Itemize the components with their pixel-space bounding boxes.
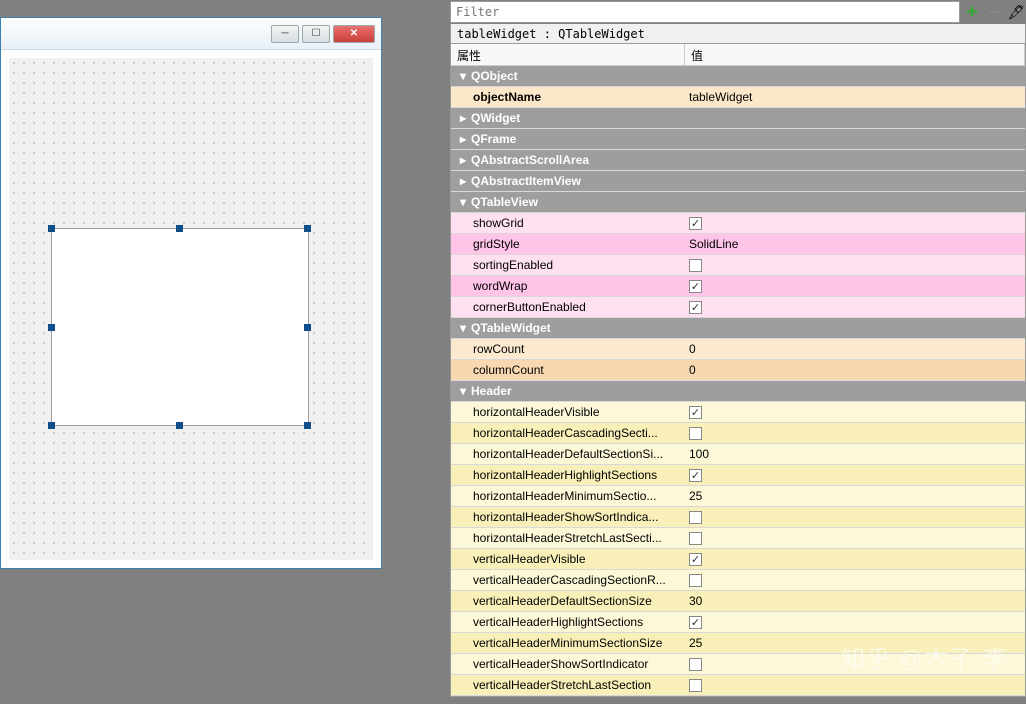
group-qabstractscrollarea[interactable]: ▸QAbstractScrollArea	[451, 150, 1025, 171]
checkbox-icon[interactable]	[689, 532, 702, 545]
prop-objectname[interactable]: objectNametableWidget	[451, 87, 1025, 108]
resize-handle-se[interactable]	[304, 422, 311, 429]
chevron-down-icon: ▾	[457, 321, 469, 335]
checkbox-icon[interactable]: ✓	[689, 217, 702, 230]
prop-sortingenabled[interactable]: sortingEnabled	[451, 255, 1025, 276]
property-table: 属性 值 ▾QObject objectNametableWidget ▸QWi…	[450, 44, 1026, 697]
chevron-down-icon: ▾	[457, 69, 469, 83]
prop-hhmss[interactable]: horizontalHeaderMinimumSectio...25	[451, 486, 1025, 507]
prop-hhcsr[interactable]: horizontalHeaderCascadingSecti...	[451, 423, 1025, 444]
filter-row: + − 🖋	[450, 0, 1026, 24]
prop-columncount[interactable]: columnCount0	[451, 360, 1025, 381]
checkbox-icon[interactable]	[689, 574, 702, 587]
chevron-right-icon: ▸	[457, 153, 469, 167]
prop-hhdss[interactable]: horizontalHeaderDefaultSectionSi...100	[451, 444, 1025, 465]
group-qwidget[interactable]: ▸QWidget	[451, 108, 1025, 129]
prop-wordwrap[interactable]: wordWrap✓	[451, 276, 1025, 297]
group-qframe[interactable]: ▸QFrame	[451, 129, 1025, 150]
chevron-right-icon: ▸	[457, 132, 469, 146]
prop-hhsls[interactable]: horizontalHeaderStretchLastSecti...	[451, 528, 1025, 549]
prop-gridstyle[interactable]: gridStyleSolidLine	[451, 234, 1025, 255]
group-qabstractitemview[interactable]: ▸QAbstractItemView	[451, 171, 1025, 192]
prop-vhsls[interactable]: verticalHeaderStretchLastSection	[451, 675, 1025, 696]
checkbox-icon[interactable]: ✓	[689, 301, 702, 314]
prop-cornerbuttonenabled[interactable]: cornerButtonEnabled✓	[451, 297, 1025, 318]
checkbox-icon[interactable]	[689, 511, 702, 524]
form-window[interactable]: ─ ☐ ✕	[0, 17, 382, 569]
checkbox-icon[interactable]	[689, 658, 702, 671]
maximize-button[interactable]: ☐	[302, 25, 330, 43]
resize-handle-ne[interactable]	[304, 225, 311, 232]
prop-hhssi[interactable]: horizontalHeaderShowSortIndica...	[451, 507, 1025, 528]
tablewidget-preview[interactable]	[51, 228, 309, 426]
config-button[interactable]: 🖋	[1006, 2, 1026, 22]
remove-property-button[interactable]: −	[984, 2, 1004, 22]
add-property-button[interactable]: +	[962, 2, 982, 22]
form-body[interactable]	[9, 58, 373, 560]
prop-vhv[interactable]: verticalHeaderVisible✓	[451, 549, 1025, 570]
checkbox-icon[interactable]: ✓	[689, 616, 702, 629]
header-property: 属性	[451, 44, 685, 65]
close-button[interactable]: ✕	[333, 25, 375, 43]
resize-handle-w[interactable]	[48, 324, 55, 331]
prop-vhdss[interactable]: verticalHeaderDefaultSectionSize30	[451, 591, 1025, 612]
property-panel: + − 🖋 tableWidget : QTableWidget 属性 值 ▾Q…	[450, 0, 1026, 704]
checkbox-icon[interactable]	[689, 679, 702, 692]
header-value: 值	[685, 44, 1025, 65]
resize-handle-n[interactable]	[176, 225, 183, 232]
prop-vhssi[interactable]: verticalHeaderShowSortIndicator	[451, 654, 1025, 675]
prop-vhcsr[interactable]: verticalHeaderCascadingSectionR...	[451, 570, 1025, 591]
resize-handle-s[interactable]	[176, 422, 183, 429]
chevron-right-icon: ▸	[457, 174, 469, 188]
prop-hhhs[interactable]: horizontalHeaderHighlightSections✓	[451, 465, 1025, 486]
checkbox-icon[interactable]: ✓	[689, 406, 702, 419]
prop-showgrid[interactable]: showGrid✓	[451, 213, 1025, 234]
checkbox-icon[interactable]	[689, 427, 702, 440]
minimize-button[interactable]: ─	[271, 25, 299, 43]
chevron-down-icon: ▾	[457, 384, 469, 398]
group-qtableview[interactable]: ▾QTableView	[451, 192, 1025, 213]
chevron-down-icon: ▾	[457, 195, 469, 209]
checkbox-icon[interactable]	[689, 259, 702, 272]
checkbox-icon[interactable]: ✓	[689, 469, 702, 482]
resize-handle-sw[interactable]	[48, 422, 55, 429]
prop-vhhs[interactable]: verticalHeaderHighlightSections✓	[451, 612, 1025, 633]
object-class-label: tableWidget : QTableWidget	[450, 24, 1026, 44]
prop-hhv[interactable]: horizontalHeaderVisible✓	[451, 402, 1025, 423]
design-canvas[interactable]: ─ ☐ ✕	[0, 0, 450, 704]
chevron-right-icon: ▸	[457, 111, 469, 125]
group-header[interactable]: ▾Header	[451, 381, 1025, 402]
checkbox-icon[interactable]: ✓	[689, 553, 702, 566]
resize-handle-e[interactable]	[304, 324, 311, 331]
prop-rowcount[interactable]: rowCount0	[451, 339, 1025, 360]
group-qobject[interactable]: ▾QObject	[451, 66, 1025, 87]
property-table-header: 属性 值	[451, 44, 1025, 66]
prop-vhmss[interactable]: verticalHeaderMinimumSectionSize25	[451, 633, 1025, 654]
group-qtablewidget[interactable]: ▾QTableWidget	[451, 318, 1025, 339]
window-titlebar: ─ ☐ ✕	[1, 18, 381, 50]
resize-handle-nw[interactable]	[48, 225, 55, 232]
checkbox-icon[interactable]: ✓	[689, 280, 702, 293]
filter-input[interactable]	[450, 1, 960, 23]
